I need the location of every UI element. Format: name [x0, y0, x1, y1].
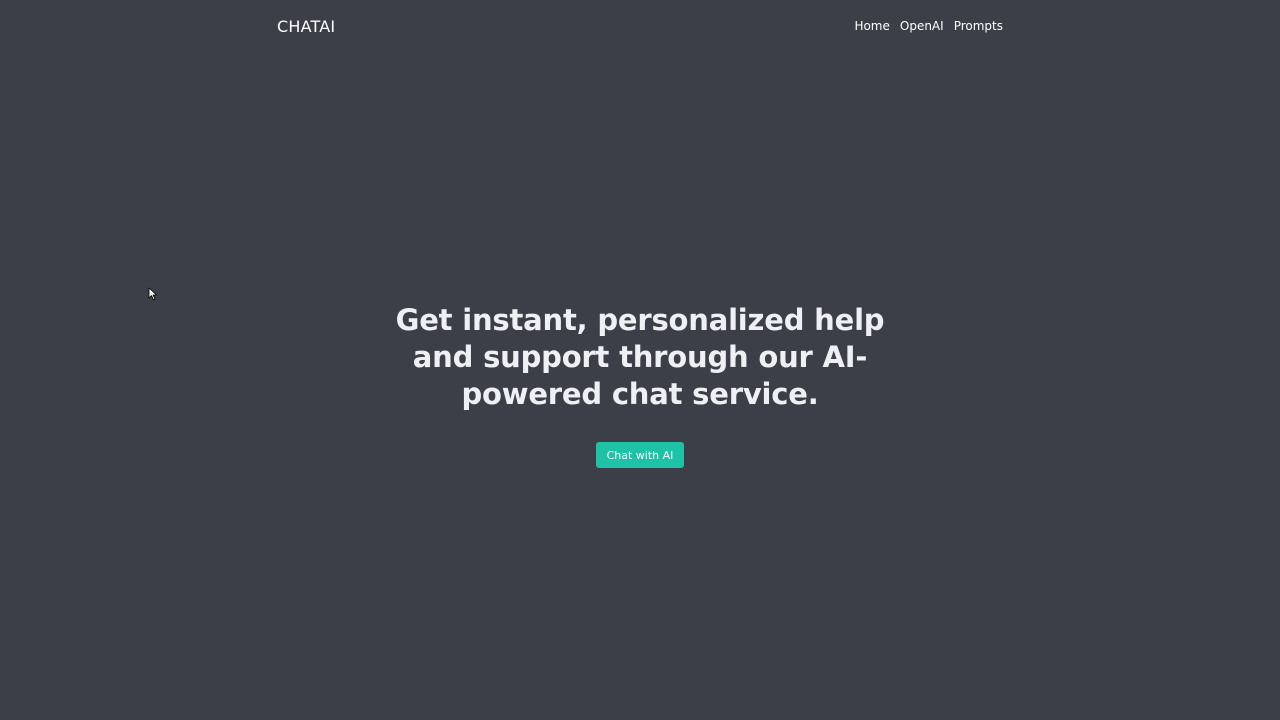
chat-with-ai-button[interactable]: Chat with AI: [595, 442, 685, 468]
hero-title: Get instant, personalized help and suppo…: [395, 303, 885, 411]
nav-links: Home OpenAI Prompts: [854, 19, 1003, 33]
navbar: CHATAI Home OpenAI Prompts: [277, 0, 1003, 52]
mouse-pointer-icon: [148, 287, 157, 301]
nav-link-prompts[interactable]: Prompts: [954, 19, 1003, 33]
page: CHATAI Home OpenAI Prompts Get instant, …: [0, 0, 1280, 720]
hero-section: Get instant, personalized help and suppo…: [0, 302, 1280, 468]
nav-link-home[interactable]: Home: [854, 19, 889, 33]
brand-logo[interactable]: CHATAI: [277, 17, 335, 36]
nav-link-openai[interactable]: OpenAI: [900, 19, 944, 33]
